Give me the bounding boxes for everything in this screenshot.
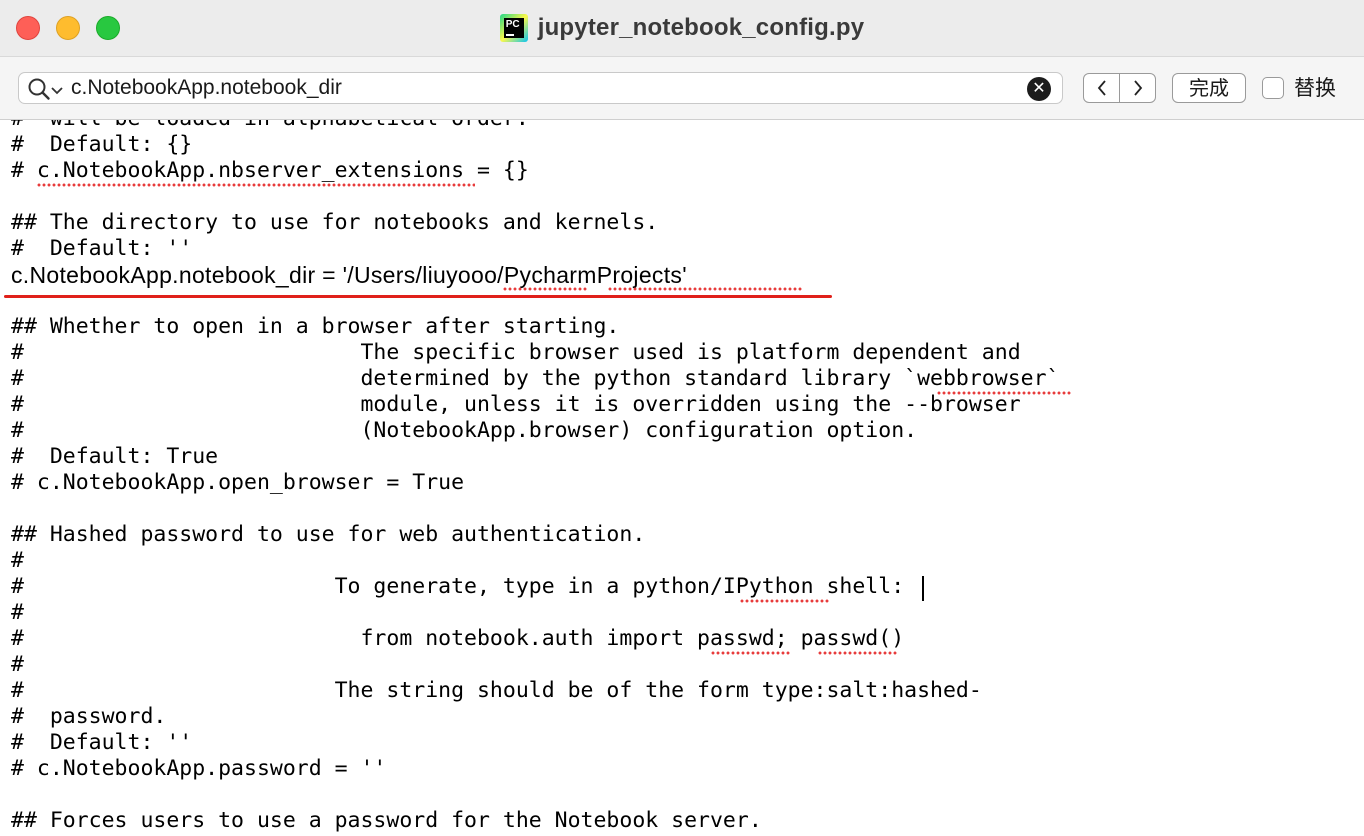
code-line[interactable]	[11, 496, 1059, 522]
find-navigation	[1083, 73, 1156, 103]
code-line[interactable]: # determined by the python standard libr…	[11, 366, 1059, 392]
search-icon[interactable]	[27, 77, 51, 106]
code-line[interactable]: # (NotebookApp.browser) configuration op…	[11, 418, 1059, 444]
code-line[interactable]: # Default: {}	[11, 132, 1059, 158]
code-line[interactable]: # Default: ''	[11, 730, 1059, 756]
code-line[interactable]: # password.	[11, 704, 1059, 730]
chevron-left-icon	[1097, 80, 1106, 96]
window-title: jupyter_notebook_config.py	[537, 14, 865, 41]
replace-label[interactable]: 替换	[1294, 73, 1336, 103]
code-line[interactable]: # will be loaded in alphabetical order.	[11, 120, 1059, 132]
code-line[interactable]: # To generate, type in a python/IPython …	[11, 574, 1059, 600]
find-previous-button[interactable]	[1084, 74, 1120, 102]
highlight-underline	[4, 295, 832, 298]
spellcheck-underline	[37, 183, 475, 187]
search-field[interactable]: ✕	[18, 72, 1063, 104]
code-line[interactable]: # The specific browser used is platform …	[11, 340, 1059, 366]
done-button[interactable]: 完成	[1172, 73, 1246, 103]
chevron-down-icon[interactable]	[51, 83, 63, 101]
spellcheck-underline	[937, 391, 1071, 395]
highlighted-code-line[interactable]: c.NotebookApp.notebook_dir = '/Users/liu…	[11, 262, 1059, 288]
find-bar: ✕ 完成 替换	[0, 57, 1364, 120]
code-line[interactable]: ## Whether to open in a browser after st…	[11, 314, 1059, 340]
text-editor-window: PC jupyter_notebook_config.py ✕	[0, 0, 1364, 836]
spellcheck-underline	[608, 287, 803, 291]
code-line[interactable]: #	[11, 652, 1059, 678]
pycharm-icon: PC	[499, 14, 528, 42]
code-line[interactable]: #	[11, 548, 1059, 574]
title-bar[interactable]: PC jupyter_notebook_config.py	[0, 0, 1364, 57]
code-line[interactable]: # c.NotebookApp.password = ''	[11, 756, 1059, 782]
code-line[interactable]: ## The directory to use for notebooks an…	[11, 210, 1059, 236]
code-line[interactable]	[11, 782, 1059, 808]
text-cursor	[922, 576, 924, 601]
code-line[interactable]: #	[11, 600, 1059, 626]
code-line[interactable]	[11, 288, 1059, 314]
clear-search-button[interactable]: ✕	[1027, 77, 1051, 101]
code-line[interactable]: # from notebook.auth import passwd; pass…	[11, 626, 1059, 652]
spellcheck-underline	[503, 287, 588, 291]
code-line[interactable]: # The string should be of the form type:…	[11, 678, 1059, 704]
code-lines: # will be loaded in alphabetical order. …	[11, 120, 1059, 834]
code-line[interactable]: # Default: True	[11, 444, 1059, 470]
spellcheck-underline	[711, 651, 791, 655]
code-line[interactable]: ## Forces users to use a password for th…	[11, 808, 1059, 834]
search-input[interactable]	[71, 76, 1011, 100]
code-line[interactable]: ## Hashed password to use for web authen…	[11, 522, 1059, 548]
code-editor[interactable]: # will be loaded in alphabetical order. …	[0, 120, 1364, 836]
chevron-right-icon	[1133, 80, 1142, 96]
spellcheck-underline	[740, 599, 830, 603]
code-line[interactable]: # Default: ''	[11, 236, 1059, 262]
code-line[interactable]: # c.NotebookApp.nbserver_extensions = {}	[11, 158, 1059, 184]
find-next-button[interactable]	[1120, 74, 1155, 102]
code-line[interactable]	[11, 184, 1059, 210]
code-line[interactable]: # module, unless it is overridden using …	[11, 392, 1059, 418]
replace-checkbox[interactable]	[1262, 77, 1284, 99]
app-icon-text: PC	[505, 19, 520, 30]
code-line[interactable]: # c.NotebookApp.open_browser = True	[11, 470, 1059, 496]
spellcheck-underline	[818, 651, 898, 655]
window-title-group: PC jupyter_notebook_config.py	[0, 0, 1364, 56]
